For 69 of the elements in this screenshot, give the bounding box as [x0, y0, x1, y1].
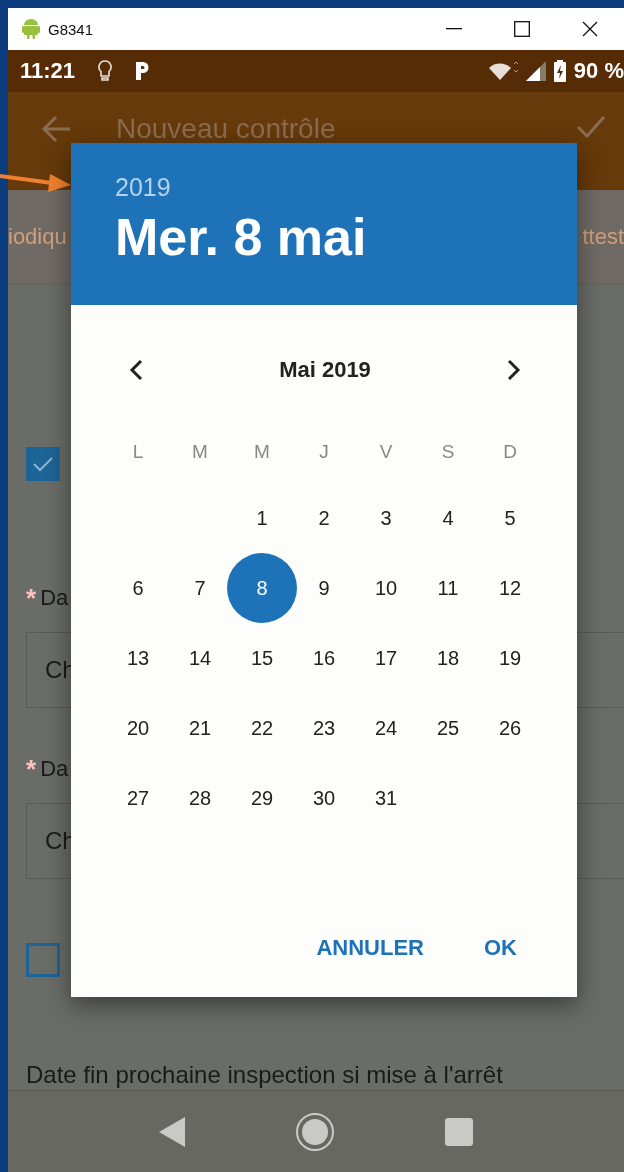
minimize-icon — [446, 28, 462, 30]
weekday-label: M — [191, 441, 209, 463]
weekday-label: S — [440, 441, 456, 463]
calendar-day[interactable]: 14 — [180, 638, 220, 678]
weekday-label: M — [253, 441, 271, 463]
screen-title: Nouveau contrôle — [116, 112, 336, 146]
calendar-day[interactable]: 21 — [180, 708, 220, 748]
calendar-day[interactable]: 23 — [304, 708, 344, 748]
chevron-left-icon[interactable] — [129, 359, 143, 381]
back-arrow-icon[interactable] — [42, 114, 72, 144]
calendar-day[interactable]: 7 — [180, 568, 220, 608]
calendar-day[interactable]: 6 — [118, 568, 158, 608]
checkbox[interactable] — [26, 943, 60, 977]
weekday-label: V — [378, 441, 394, 463]
checkbox[interactable] — [26, 447, 60, 481]
calendar-day[interactable]: 31 — [366, 778, 406, 818]
calendar-day[interactable]: 1 — [242, 498, 282, 538]
calendar-day[interactable]: 19 — [490, 638, 530, 678]
selected-day[interactable]: 8 — [227, 553, 297, 623]
battery-percentage: 90 % — [573, 58, 624, 84]
close-icon — [582, 21, 598, 37]
calendar-day[interactable]: 25 — [428, 708, 468, 748]
calendar-day[interactable]: 15 — [242, 638, 282, 678]
check-icon — [32, 456, 54, 472]
calendar-day[interactable]: 4 — [428, 498, 468, 538]
required-mark: * — [26, 753, 37, 785]
home-icon[interactable] — [295, 1111, 335, 1152]
android-icon — [22, 19, 40, 39]
calendar-day[interactable]: 3 — [366, 498, 406, 538]
calendar-day[interactable]: 2 — [304, 498, 344, 538]
lightbulb-icon — [97, 59, 114, 83]
calendar-day[interactable]: 12 — [490, 568, 530, 608]
back-icon[interactable] — [159, 1116, 185, 1147]
calendar-day[interactable]: 28 — [180, 778, 220, 818]
signal-icon — [525, 61, 546, 81]
required-mark: * — [26, 582, 37, 614]
weekday-label: J — [318, 441, 330, 463]
calendar-day[interactable]: 10 — [366, 568, 406, 608]
calendar-day[interactable]: 20 — [118, 708, 158, 748]
status-time: 11:21 — [20, 58, 76, 84]
overview-icon[interactable] — [445, 1117, 473, 1146]
window-title: G8341 — [48, 20, 95, 38]
calendar-day[interactable]: 9 — [304, 568, 344, 608]
chevron-right-icon[interactable] — [507, 359, 521, 381]
calendar-day[interactable]: 26 — [490, 708, 530, 748]
calendar-day[interactable]: 18 — [428, 638, 468, 678]
checkmark-icon[interactable] — [576, 114, 606, 140]
field-label: Da — [40, 756, 69, 782]
weekday-label: D — [502, 441, 518, 463]
month-title: Mai 2019 — [279, 357, 371, 383]
calendar-day[interactable]: 24 — [366, 708, 406, 748]
calendar-day[interactable]: 30 — [304, 778, 344, 818]
calendar-day[interactable]: 16 — [304, 638, 344, 678]
dialog-button[interactable]: ANNULER — [300, 924, 440, 972]
calendar-day[interactable]: 27 — [118, 778, 158, 818]
selected-date: Mer. 8 mai — [115, 207, 368, 267]
calendar-day[interactable]: 5 — [490, 498, 530, 538]
calendar-day[interactable]: 17 — [366, 638, 406, 678]
calendar-day[interactable]: 22 — [242, 708, 282, 748]
field-label: Da — [40, 585, 69, 611]
dialog-button[interactable]: OK — [468, 924, 533, 972]
wifi-icon — [487, 60, 518, 82]
weekday-label: L — [131, 441, 145, 463]
maximize-icon — [514, 21, 530, 37]
field-label: Date fin prochaine inspection si mise à l'arrêt — [26, 1061, 504, 1089]
battery-icon — [553, 60, 566, 82]
calendar-day[interactable]: 13 — [118, 638, 158, 678]
calendar-day[interactable]: 29 — [242, 778, 282, 818]
calendar-day[interactable]: 11 — [428, 568, 468, 608]
